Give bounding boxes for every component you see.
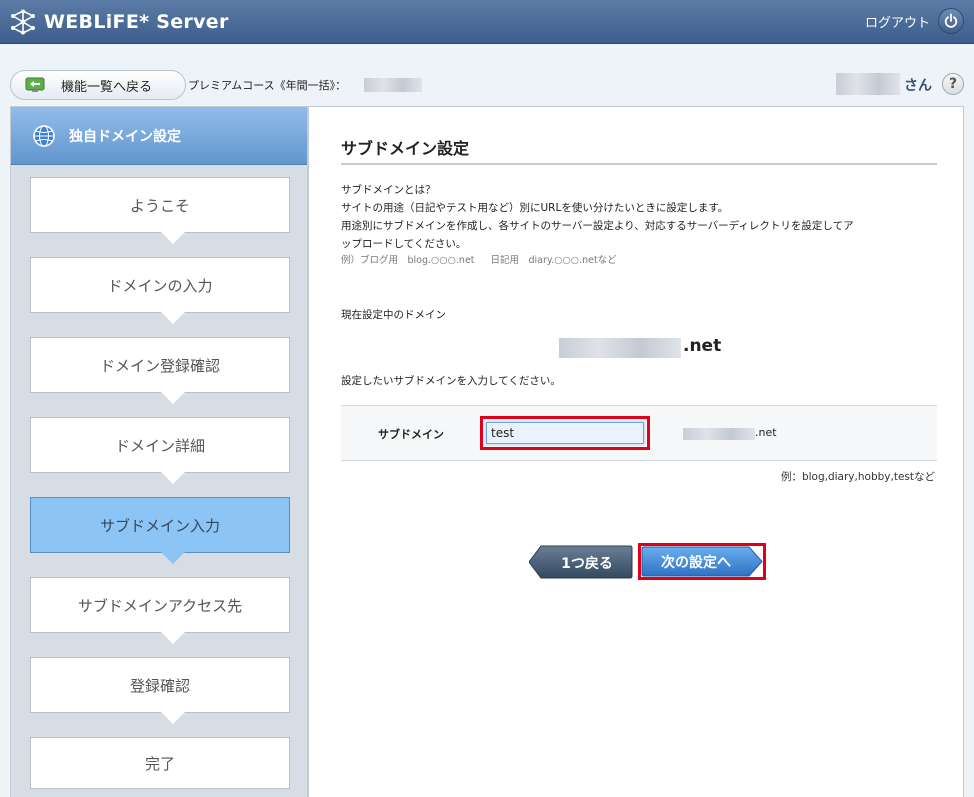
step-label: 完了 — [144, 754, 175, 773]
user-suffix: さん — [904, 78, 932, 94]
description-line: サイトの用途（日記やテスト用など）別にURLを使い分けたいときに設定します。 — [341, 202, 729, 214]
description-line: 用途別にサブドメインを作成し、各サイトのサーバー設定より、対応するサーバーディレ… — [341, 220, 854, 232]
page-title: サブドメイン設定 — [341, 139, 470, 158]
step-label: ドメイン詳細 — [114, 436, 205, 455]
back-to-menu-label: 機能一覧へ戻る — [61, 79, 153, 95]
app-title: WEBLiFE* Server — [44, 11, 229, 33]
description-example: 例）ブログ用 blog.○○○.net 日記用 diary.○○○.netなど — [341, 252, 633, 266]
step-label: サブドメイン入力 — [99, 516, 220, 535]
example-diary: 日記用 diary.○○○.netなど — [490, 255, 617, 266]
step-arrow — [161, 312, 185, 324]
sidebar-header: 独自ドメイン設定 — [11, 107, 307, 165]
exit-arrow-icon — [25, 77, 45, 92]
top-header: WEBLiFE* Server ログアウト — [0, 0, 974, 44]
subdomain-form-row: サブドメイン .net — [341, 405, 937, 461]
question-icon: ? — [948, 76, 958, 92]
description-line: ップロードしてください。 — [341, 238, 467, 250]
step-label: 登録確認 — [129, 676, 190, 695]
step-domain-input[interactable]: ドメインの入力 — [30, 257, 290, 324]
wizard-sidebar: 独自ドメイン設定 ようこそ ドメインの入力 ドメイン登録確認 ドメイン詳細 サブ… — [10, 106, 308, 797]
redacted-account — [364, 78, 422, 92]
step-arrow — [161, 632, 185, 644]
globe-icon — [33, 124, 55, 147]
step-arrow — [161, 552, 185, 564]
step-subdomain-input[interactable]: サブドメイン入力 — [30, 497, 290, 564]
description: サブドメインとは？ サイトの用途（日記やテスト用など）別にURLを使い分けたいと… — [341, 181, 937, 253]
back-to-menu-button[interactable]: 機能一覧へ戻る — [10, 70, 186, 100]
example-note: 例：blog,diary,hobby,testなど — [780, 471, 935, 483]
current-domain-suffix: .net — [683, 336, 722, 356]
input-prompt: 設定したいサブドメインを入力してください。 — [341, 375, 561, 387]
base-domain-suffix: .net — [755, 426, 777, 439]
logout-area: ログアウト — [865, 8, 964, 34]
app-logo: WEBLiFE* Server — [10, 8, 229, 36]
network-star-icon — [11, 9, 35, 35]
back-button-shape — [528, 545, 633, 579]
next-step-button[interactable]: 次の設定へ — [638, 543, 766, 580]
title-divider — [341, 163, 937, 165]
example-blog: 例）ブログ用 blog.○○○.net — [341, 255, 475, 266]
step-label: サブドメインアクセス先 — [77, 596, 243, 615]
main-panel: サブドメイン設定 サブドメインとは？ サイトの用途（日記やテスト用など）別にUR… — [308, 106, 964, 797]
course-label: プレミアムコース《年間一括》： — [188, 79, 347, 92]
subdomain-input[interactable] — [486, 422, 644, 444]
current-domain-label: 現在設定中のドメイン — [341, 309, 446, 321]
sub-header: 機能一覧へ戻る プレミアムコース《年間一括》： さん ? — [0, 44, 974, 106]
power-icon — [944, 13, 958, 28]
step-domain-confirm[interactable]: ドメイン登録確認 — [30, 337, 290, 404]
step-arrow — [161, 392, 185, 404]
step-subdomain-access[interactable]: サブドメインアクセス先 — [30, 577, 290, 644]
sidebar-title: 独自ドメイン設定 — [69, 128, 181, 145]
step-registration-confirm[interactable]: 登録確認 — [30, 657, 290, 724]
subdomain-label: サブドメイン — [378, 428, 444, 441]
step-domain-detail[interactable]: ドメイン詳細 — [30, 417, 290, 484]
redacted-base-domain — [683, 428, 755, 440]
highlight-frame — [480, 416, 650, 450]
logout-link[interactable]: ログアウト — [865, 12, 930, 31]
step-complete[interactable]: 完了 — [30, 737, 290, 789]
logout-button[interactable] — [938, 8, 964, 34]
help-button[interactable]: ? — [942, 73, 964, 95]
step-label: ようこそ — [129, 196, 190, 215]
step-arrow — [161, 232, 185, 244]
step-welcome[interactable]: ようこそ — [30, 177, 290, 244]
description-line: サブドメインとは？ — [341, 184, 436, 196]
redacted-domain — [559, 338, 681, 358]
step-arrow — [161, 472, 185, 484]
back-step-button[interactable]: 1つ戻る — [528, 545, 633, 579]
step-label: ドメインの入力 — [107, 276, 213, 295]
next-button-shape — [641, 546, 763, 577]
step-arrow — [161, 712, 185, 724]
step-label: ドメイン登録確認 — [99, 356, 220, 375]
redacted-username — [836, 73, 900, 95]
